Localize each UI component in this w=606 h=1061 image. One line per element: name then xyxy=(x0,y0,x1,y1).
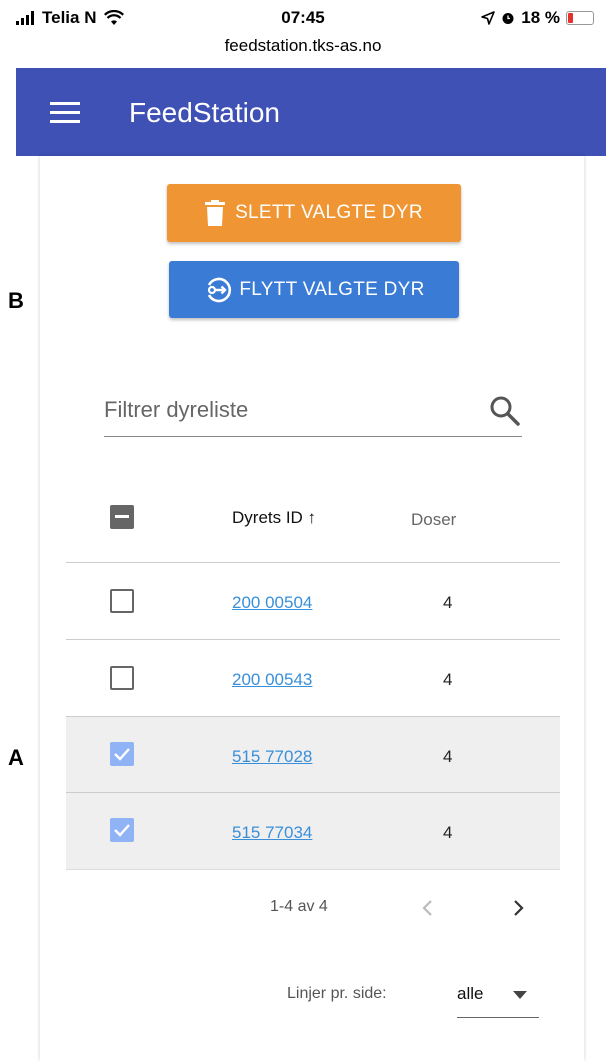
trash-icon xyxy=(205,200,226,226)
menu-icon[interactable] xyxy=(50,102,80,124)
column-header-id[interactable]: Dyrets ID ↑ xyxy=(232,508,316,528)
column-header-doses[interactable]: Doser xyxy=(411,510,456,530)
rows-per-page-select[interactable]: alle xyxy=(457,978,539,1018)
table-row-selected[interactable]: 515 77028 4 xyxy=(66,716,560,793)
rows-per-page-label: Linjer pr. side: xyxy=(287,985,387,1002)
page: Telia N 07:45 18 % feedstation.tks-as.no… xyxy=(0,0,606,1061)
doses-value: 4 xyxy=(443,593,453,612)
checkmark-icon xyxy=(114,748,130,761)
app-title: FeedStation xyxy=(129,97,280,128)
select-all-checkbox[interactable] xyxy=(110,505,134,529)
move-icon xyxy=(208,277,232,302)
indeterminate-icon xyxy=(115,515,129,518)
search-field[interactable] xyxy=(104,385,522,437)
battery-percent: 18 % xyxy=(521,8,560,27)
battery-icon xyxy=(566,11,594,25)
animal-id-link[interactable]: 200 00543 xyxy=(232,670,312,690)
table-row-selected[interactable]: 515 77034 4 xyxy=(66,792,560,869)
animal-id-link[interactable]: 515 77028 xyxy=(232,747,312,767)
annotation-label-a: A xyxy=(8,745,24,770)
location-arrow-icon xyxy=(481,11,496,25)
doses-value: 4 xyxy=(443,670,453,689)
table-row[interactable]: 200 00543 4 xyxy=(66,639,560,716)
chevron-right-icon[interactable] xyxy=(508,898,528,918)
search-icon[interactable] xyxy=(488,394,522,428)
doses-value: 4 xyxy=(443,747,453,766)
row-checkbox[interactable] xyxy=(110,666,134,690)
animal-id-link[interactable]: 200 00504 xyxy=(232,593,312,613)
search-input[interactable] xyxy=(104,393,474,427)
move-selected-button[interactable]: FLYTT VALGTE DYR xyxy=(169,261,459,318)
row-checkbox[interactable] xyxy=(110,818,134,842)
row-checkbox[interactable] xyxy=(110,589,134,613)
row-checkbox[interactable] xyxy=(110,742,134,766)
status-right: 18 % xyxy=(481,8,594,28)
delete-selected-label: SLETT VALGTE DYR xyxy=(235,202,423,223)
move-selected-label: FLYTT VALGTE DYR xyxy=(239,278,425,300)
dropdown-arrow-icon xyxy=(513,991,527,999)
table-row[interactable]: 200 00504 4 xyxy=(66,562,560,639)
chevron-left-icon[interactable] xyxy=(418,898,438,918)
app-bar: FeedStation xyxy=(16,68,606,156)
table-bottom-divider xyxy=(66,869,560,870)
animal-id-link[interactable]: 515 77034 xyxy=(232,823,312,843)
status-bar: Telia N 07:45 18 % feedstation.tks-as.no xyxy=(0,0,606,68)
pagination-range: 1-4 av 4 xyxy=(270,898,328,915)
doses-value: 4 xyxy=(443,823,453,842)
alarm-icon xyxy=(502,13,514,24)
rows-per-page-value: alle xyxy=(457,984,484,1003)
checkmark-icon xyxy=(114,824,130,837)
url-bar[interactable]: feedstation.tks-as.no xyxy=(0,36,606,56)
annotation-label-b: B xyxy=(8,288,24,313)
delete-selected-button[interactable]: SLETT VALGTE DYR xyxy=(167,184,461,242)
